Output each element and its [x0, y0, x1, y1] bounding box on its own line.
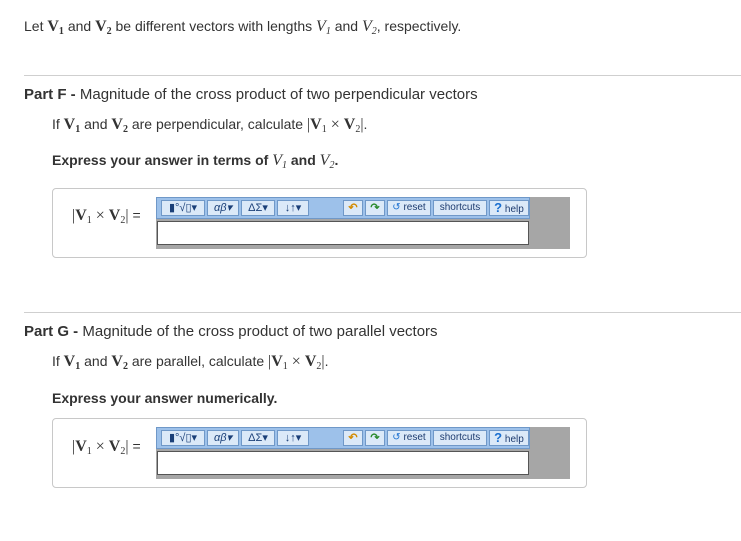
part-g-title: Part G - Magnitude of the cross product …	[24, 323, 438, 340]
divider	[24, 312, 741, 313]
undo-button[interactable]: ↶	[343, 430, 363, 446]
redo-button[interactable]: ↷	[365, 200, 385, 216]
greek-dropdown[interactable]: αβ▾	[207, 200, 239, 216]
help-button[interactable]: ? help	[489, 430, 529, 446]
part-g-answer-input[interactable]	[157, 451, 529, 475]
part-f-answer-input[interactable]	[157, 221, 529, 245]
help-button[interactable]: ? help	[489, 200, 529, 216]
symbols-dropdown[interactable]: ΔΣ▾	[241, 430, 275, 446]
templates-dropdown[interactable]: ▮°√▯▾	[161, 430, 205, 446]
arrows-dropdown[interactable]: ↓↑▾	[277, 200, 309, 216]
divider	[24, 75, 741, 76]
part-g-question: If V1 and V2 are parallel, calculate |V1…	[52, 353, 329, 372]
part-g-math-editor: ▮°√▯▾ αβ▾ ΔΣ▾ ↓↑▾ ↶ ↷ ↺ reset shortcuts …	[156, 427, 570, 479]
undo-button[interactable]: ↶	[343, 200, 363, 216]
part-f-instructions: Express your answer in terms of V1 and V…	[52, 152, 339, 171]
editor-toolbar: ▮°√▯▾ αβ▾ ΔΣ▾ ↓↑▾ ↶ ↷ ↺ reset shortcuts …	[156, 427, 530, 449]
symbols-dropdown[interactable]: ΔΣ▾	[241, 200, 275, 216]
reset-icon: ↺	[392, 432, 401, 443]
intro-text: Let V1 and V2 be different vectors with …	[24, 18, 462, 37]
arrows-dropdown[interactable]: ↓↑▾	[277, 430, 309, 446]
reset-button[interactable]: ↺ reset	[387, 200, 431, 216]
editor-toolbar: ▮°√▯▾ αβ▾ ΔΣ▾ ↓↑▾ ↶ ↷ ↺ reset shortcuts …	[156, 197, 530, 219]
shortcuts-button[interactable]: shortcuts	[433, 430, 487, 446]
help-icon: ?	[494, 200, 503, 215]
help-icon: ?	[494, 430, 503, 445]
part-f-math-editor: ▮°√▯▾ αβ▾ ΔΣ▾ ↓↑▾ ↶ ↷ ↺ reset shortcuts …	[156, 197, 570, 249]
part-f-lhs: |V1 × V2| =	[72, 207, 141, 226]
redo-button[interactable]: ↷	[365, 430, 385, 446]
part-g-instructions: Express your answer numerically.	[52, 390, 278, 406]
part-f-question: If V1 and V2 are perpendicular, calculat…	[52, 116, 368, 135]
shortcuts-button[interactable]: shortcuts	[433, 200, 487, 216]
greek-dropdown[interactable]: αβ▾	[207, 430, 239, 446]
reset-icon: ↺	[392, 202, 401, 213]
part-f-title: Part F - Magnitude of the cross product …	[24, 86, 478, 103]
templates-dropdown[interactable]: ▮°√▯▾	[161, 200, 205, 216]
reset-button[interactable]: ↺ reset	[387, 430, 431, 446]
part-g-lhs: |V1 × V2| =	[72, 438, 141, 457]
